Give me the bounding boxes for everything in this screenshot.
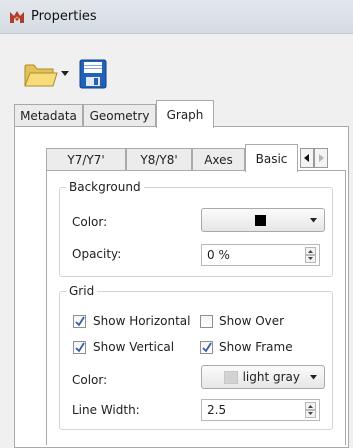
- floppy-disk-icon[interactable]: [79, 59, 107, 89]
- color-swatch: [255, 215, 266, 226]
- tab-geometry-label: Geometry: [89, 108, 150, 123]
- tab-scroll-right-button[interactable]: [314, 148, 328, 168]
- line-width-value: 2.5: [207, 403, 227, 417]
- tab-axes[interactable]: Axes: [192, 148, 245, 170]
- tab-y7-label: Y7/Y7': [67, 152, 105, 167]
- color-swatch: [224, 371, 238, 384]
- tab-y8[interactable]: Y8/Y8': [126, 148, 192, 170]
- line-width-label: Line Width:: [72, 403, 140, 417]
- grid-color-label: Color:: [72, 373, 108, 387]
- checkmark-icon: [202, 342, 212, 353]
- show-over-label[interactable]: Show Over: [219, 314, 284, 328]
- opacity-label: Opacity:: [72, 247, 122, 261]
- grid-color-picker[interactable]: light gray: [201, 365, 325, 389]
- opacity-spinbox[interactable]: 0 %: [201, 244, 320, 266]
- show-horizontal-checkbox[interactable]: [73, 315, 86, 328]
- opacity-value: 0 %: [207, 248, 230, 262]
- background-color-label: Color:: [72, 215, 108, 229]
- grid-color-value: light gray: [242, 370, 300, 384]
- spinner-arrows-icon[interactable]: [305, 402, 316, 418]
- chevron-down-icon: [310, 218, 317, 223]
- tab-metadata[interactable]: Metadata: [14, 104, 83, 126]
- checkmark-icon: [75, 316, 85, 327]
- tab-graph-label: Graph: [166, 107, 204, 122]
- tab-metadata-label: Metadata: [20, 108, 77, 123]
- chevron-right-icon: [319, 154, 324, 162]
- tab-basic[interactable]: Basic: [245, 144, 298, 172]
- show-vertical-checkbox[interactable]: [73, 341, 86, 354]
- tab-y8-label: Y8/Y8': [140, 152, 178, 167]
- chevron-left-icon: [304, 154, 309, 162]
- tab-axes-label: Axes: [204, 152, 233, 167]
- spinner-arrows-icon[interactable]: [305, 247, 316, 263]
- tab-graph[interactable]: Graph: [156, 100, 214, 128]
- tab-scroll-left-button[interactable]: [300, 148, 314, 168]
- chevron-down-icon[interactable]: [61, 71, 69, 77]
- show-frame-checkbox[interactable]: [200, 341, 213, 354]
- tab-y7[interactable]: Y7/Y7': [46, 148, 126, 170]
- folder-open-icon[interactable]: [24, 62, 58, 88]
- background-group-title: Background: [66, 180, 144, 194]
- grid-group-title: Grid: [66, 284, 98, 298]
- show-frame-label[interactable]: Show Frame: [219, 340, 293, 354]
- checkmark-icon: [75, 342, 85, 353]
- app-logo-icon: [10, 11, 24, 23]
- show-over-checkbox[interactable]: [200, 315, 213, 328]
- line-width-spinbox[interactable]: 2.5: [201, 399, 320, 421]
- title-bar: Properties: [0, 0, 353, 34]
- chevron-down-icon: [310, 375, 317, 380]
- show-horizontal-label[interactable]: Show Horizontal: [93, 314, 190, 328]
- tab-geometry[interactable]: Geometry: [83, 104, 156, 126]
- window-title: Properties: [31, 9, 97, 24]
- tab-basic-label: Basic: [255, 151, 288, 166]
- show-vertical-label[interactable]: Show Vertical: [93, 340, 174, 354]
- background-color-picker[interactable]: [201, 208, 325, 232]
